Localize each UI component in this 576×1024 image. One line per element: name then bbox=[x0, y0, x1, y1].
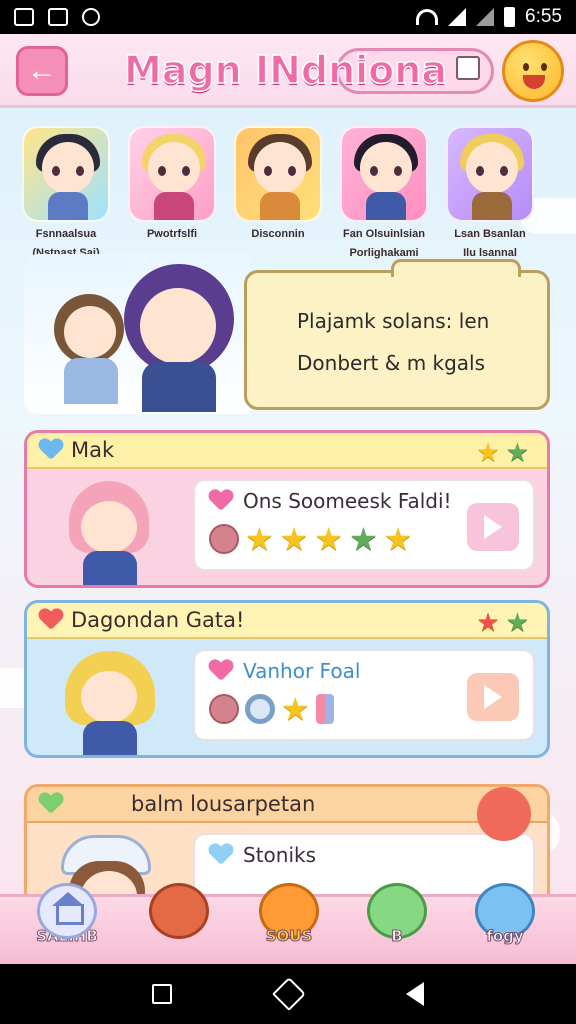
heart-icon bbox=[39, 609, 63, 631]
clock: 6:55 bbox=[525, 6, 562, 27]
settings-icon bbox=[82, 8, 100, 26]
heart-icon bbox=[209, 844, 233, 866]
app-bar: ← Magn INdniona bbox=[0, 34, 576, 108]
ring-icon bbox=[245, 694, 275, 724]
character-name: Pwotrfslfi bbox=[146, 228, 198, 240]
signal-icon-2 bbox=[476, 8, 495, 26]
nav-blue-mouse[interactable]: fogy bbox=[470, 883, 540, 959]
smiley-face-icon[interactable] bbox=[502, 40, 564, 102]
character-name: Lsan Bsanlan bbox=[454, 228, 526, 240]
quest-card[interactable]: Dagondan Gata! ★ ★ Vanhor Foal ★ bbox=[24, 600, 550, 758]
star-icon: ★ bbox=[279, 521, 309, 557]
nav-home[interactable]: SALIHB bbox=[32, 883, 102, 959]
back-icon[interactable] bbox=[405, 982, 424, 1006]
star-icon: ★ bbox=[314, 521, 344, 557]
system-nav-bar bbox=[0, 964, 576, 1024]
star-icon: ★ bbox=[505, 607, 529, 637]
character-row: Fsnnaalsua (Nstnast Sai) Pwotrfslfi Disc… bbox=[22, 126, 534, 259]
star-icon: ★ bbox=[281, 691, 310, 727]
hero-text-line-2: Donbert & m kgals bbox=[297, 351, 486, 375]
heart-icon bbox=[209, 490, 233, 512]
quest-character bbox=[47, 647, 177, 755]
character-card[interactable]: Pwotrfslfi bbox=[128, 126, 216, 259]
wifi-icon bbox=[416, 9, 439, 25]
play-button[interactable] bbox=[467, 503, 519, 551]
hero-text-line-1: Plajamk solans: len bbox=[297, 309, 490, 333]
corner-stars: ★ ★ bbox=[476, 607, 529, 638]
bottom-nav: SALIHB SOUS B fogy bbox=[0, 883, 576, 964]
character-portrait bbox=[446, 126, 534, 222]
back-button[interactable]: ← bbox=[16, 46, 68, 96]
character-card[interactable]: Fsnnaalsua (Nstnast Sai) bbox=[22, 126, 110, 259]
character-portrait bbox=[234, 126, 322, 222]
quest-panel: Vanhor Foal ★ bbox=[193, 649, 535, 741]
heart-icon bbox=[39, 439, 63, 461]
character-card[interactable]: Lsan Bsanlan Ilu lsannal bbox=[446, 126, 534, 259]
character-name: Fan Olsuinlsian bbox=[343, 228, 425, 240]
sun-icon bbox=[477, 787, 531, 841]
action-button[interactable] bbox=[467, 673, 519, 721]
character-name: Disconnin bbox=[251, 228, 305, 240]
nav-label: fogy bbox=[486, 927, 524, 946]
quest-title: Mak bbox=[71, 438, 115, 462]
hero-panel: Plajamk solans: len Donbert & m kgals bbox=[24, 254, 550, 414]
recents-icon[interactable] bbox=[152, 984, 173, 1004]
quest-card[interactable]: Mak ★ ★ Ons Soomeesk Faldi! ★ ★ ★ ★ ★ bbox=[24, 430, 550, 588]
battery-icon bbox=[504, 7, 516, 27]
character-portrait bbox=[128, 126, 216, 222]
star-icon: ★ bbox=[476, 607, 500, 637]
nav-fox[interactable] bbox=[144, 883, 214, 959]
quest-panel-title: Ons Soomeesk Faldi! bbox=[243, 489, 452, 513]
quest-title: balm lousarpetan bbox=[131, 792, 316, 816]
character-portrait bbox=[340, 126, 428, 222]
nav-orange-bear[interactable]: SOUS bbox=[254, 883, 324, 959]
corner-stars: ★ ★ bbox=[476, 437, 529, 468]
back-arrow-icon: ← bbox=[27, 54, 57, 87]
quest-title: Dagondan Gata! bbox=[71, 608, 245, 632]
nav-label: SOUS bbox=[265, 927, 313, 946]
nav-label: B bbox=[391, 927, 403, 946]
image-icon bbox=[48, 8, 68, 26]
star-icon: ★ bbox=[349, 521, 378, 557]
page-title: Magn INdniona bbox=[123, 47, 447, 93]
tube-icon bbox=[315, 694, 334, 724]
house-icon bbox=[37, 883, 97, 939]
status-bar: 6:55 bbox=[0, 0, 576, 34]
star-icon: ★ bbox=[476, 437, 500, 467]
play-icon bbox=[484, 685, 502, 709]
quest-card[interactable]: balm lousarpetan Stoniks bbox=[24, 784, 550, 894]
signal-icon bbox=[448, 8, 467, 26]
character-portrait bbox=[22, 126, 110, 222]
character-name: Fsnnaalsua bbox=[35, 228, 97, 240]
hero-illustration bbox=[24, 254, 250, 414]
home-icon[interactable] bbox=[272, 977, 306, 1011]
character-card[interactable]: Fan Olsuinlsian Porlighakami bbox=[340, 126, 428, 259]
quest-header: Mak bbox=[27, 433, 547, 469]
heart-icon bbox=[209, 660, 233, 682]
quest-panel-title: Vanhor Foal bbox=[243, 659, 361, 683]
play-icon bbox=[484, 515, 502, 539]
quest-panel: Ons Soomeesk Faldi! ★ ★ ★ ★ ★ bbox=[193, 479, 535, 571]
quest-header: Dagondan Gata! bbox=[27, 603, 547, 639]
star-icon: ★ bbox=[505, 437, 529, 467]
item-icon bbox=[209, 694, 239, 724]
quest-panel-title: Stoniks bbox=[243, 843, 317, 867]
gallery-icon bbox=[14, 8, 34, 26]
character-card[interactable]: Disconnin bbox=[234, 126, 322, 259]
nav-green-bear[interactable]: B bbox=[362, 883, 432, 959]
pencil-icon[interactable] bbox=[456, 56, 480, 80]
star-icon: ★ bbox=[245, 521, 274, 557]
heart-icon bbox=[39, 793, 63, 815]
speech-bubble: Plajamk solans: len Donbert & m kgals bbox=[244, 259, 550, 410]
fox-icon bbox=[149, 883, 209, 939]
star-icon: ★ bbox=[383, 521, 413, 557]
main-content: Fsnnaalsua (Nstnast Sai) Pwotrfslfi Disc… bbox=[0, 108, 576, 894]
quest-header: balm lousarpetan bbox=[27, 787, 547, 823]
quest-character bbox=[47, 477, 177, 585]
item-icon bbox=[209, 524, 239, 554]
